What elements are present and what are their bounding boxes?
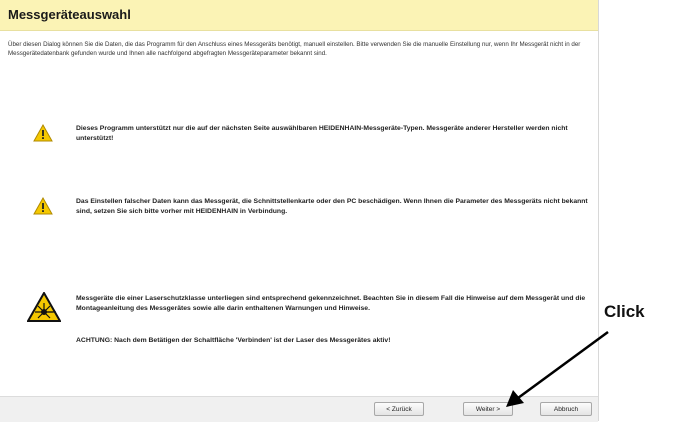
laser-warning-text: Messgeräte die einer Laserschutzklasse u…	[76, 295, 586, 312]
warning-text-2: Das Einstellen falscher Daten kann das M…	[76, 198, 588, 215]
dialog-title: Messgeräteauswahl	[8, 7, 131, 22]
dialog-footer: < Zurück Weiter > Abbruch	[0, 396, 598, 422]
cancel-button[interactable]: Abbruch	[540, 402, 592, 416]
laser-attention-text: ACHTUNG: Nach dem Betätigen der Schaltfl…	[76, 337, 391, 344]
measuring-device-dialog: Messgeräteauswahl Über diesen Dialog kön…	[0, 0, 599, 422]
intro-text: Über diesen Dialog können Sie die Daten,…	[8, 41, 581, 57]
dialog-header: Messgeräteauswahl	[0, 0, 598, 31]
warning-text-1: Dieses Programm unterstützt nur die auf …	[76, 125, 568, 142]
back-button[interactable]: < Zurück	[374, 402, 424, 416]
next-button[interactable]: Weiter >	[463, 402, 513, 416]
warning-icon	[33, 197, 53, 215]
laser-warning-icon	[27, 292, 61, 322]
click-callout-label: Click	[604, 302, 645, 321]
warning-icon	[33, 124, 53, 142]
